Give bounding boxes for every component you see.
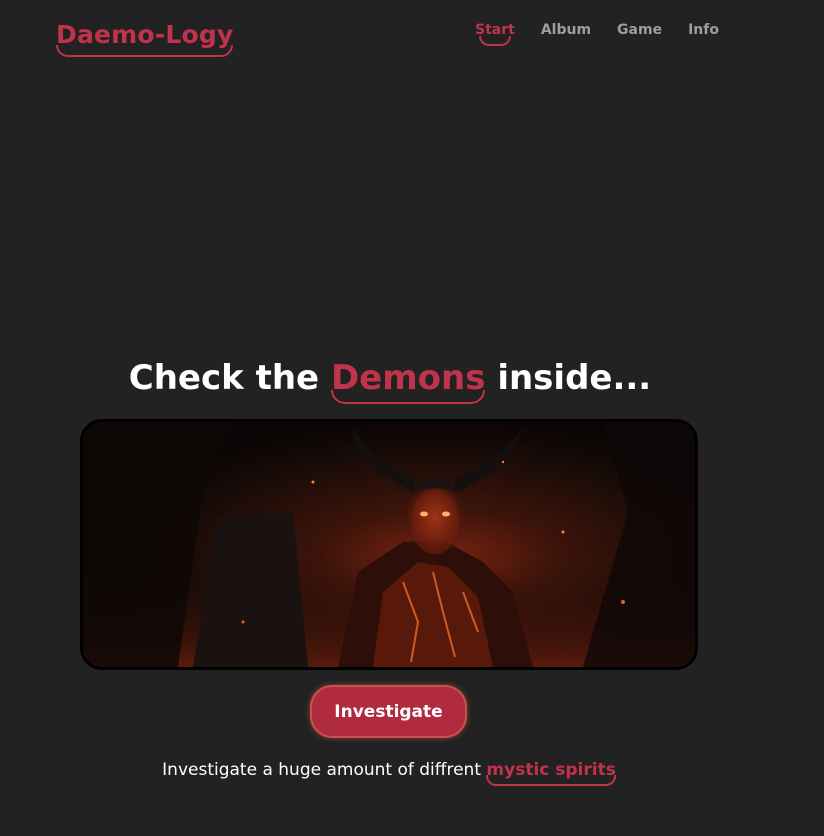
nav-label: Album bbox=[540, 22, 592, 38]
demon-image-art bbox=[83, 422, 695, 667]
demon-image bbox=[80, 419, 698, 670]
logo-underline bbox=[56, 45, 234, 57]
nav-link-info[interactable]: Info bbox=[688, 22, 719, 38]
nav-label: Game bbox=[617, 22, 663, 38]
mystic-spirits-link[interactable]: mystic spirits bbox=[486, 760, 616, 786]
hero-heading: Check the Demons inside... bbox=[0, 358, 780, 404]
tagline: Investigate a huge amount of diffrent my… bbox=[0, 760, 778, 786]
nav-active-underline bbox=[479, 36, 511, 46]
site-logo[interactable]: Daemo-Logy bbox=[56, 20, 234, 57]
nav-link-game[interactable]: Game bbox=[617, 22, 662, 38]
tagline-accent-underline bbox=[486, 775, 616, 786]
hero-heading-accent: Demons bbox=[330, 358, 486, 404]
main-nav: Start Album Game Info bbox=[475, 22, 719, 46]
nav-link-album[interactable]: Album bbox=[541, 22, 591, 38]
investigate-button[interactable]: Investigate bbox=[310, 685, 467, 738]
nav-link-start[interactable]: Start bbox=[475, 22, 515, 46]
tagline-text: Investigate a huge amount of diffrent bbox=[162, 760, 481, 780]
hero-heading-after: inside... bbox=[497, 358, 652, 398]
hero-accent-underline bbox=[330, 390, 486, 404]
hero-heading-before: Check the bbox=[128, 358, 320, 398]
nav-label: Info bbox=[688, 22, 719, 38]
